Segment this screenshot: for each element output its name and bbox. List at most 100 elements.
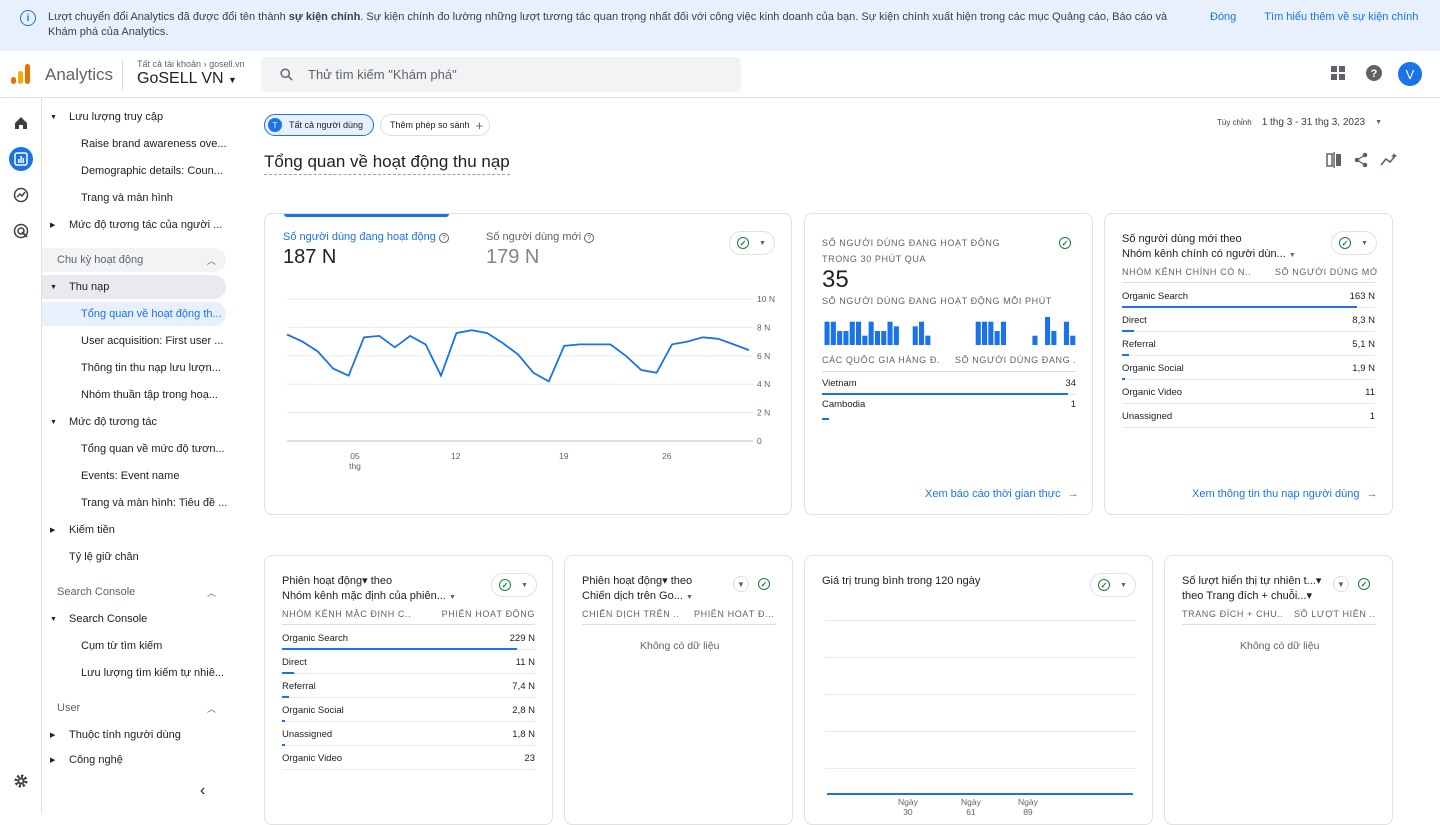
help-icon[interactable]: ? — [1365, 64, 1383, 82]
nav-item-acquisition[interactable]: ▼ Thu nạp — [42, 275, 226, 299]
banner-close-button[interactable]: Đóng — [1210, 10, 1236, 25]
nav-item-organic-traffic[interactable]: Lưu lượng tìm kiếm tự nhiê... — [81, 661, 231, 685]
x-tick-day-30: Ngày 30 — [898, 797, 918, 817]
card-status-dropdown[interactable]: ✓ ▼ — [1331, 231, 1377, 255]
filter-icon[interactable]: ▼ — [1333, 576, 1349, 592]
table-row[interactable]: Unassigned 1 — [1122, 411, 1375, 428]
sessions-col-value: Phiên hoạt động — [441, 609, 535, 619]
table-row[interactable]: Organic Social 2,8 N — [282, 705, 535, 722]
property-name: GoSELL VN ▼ — [137, 70, 237, 87]
table-row[interactable]: Vietnam 34 — [822, 378, 1076, 395]
row-share-bar — [282, 720, 285, 722]
row-label: Unassigned — [1122, 411, 1173, 422]
nav-item-brand-awareness[interactable]: Raise brand awareness ove... — [81, 132, 231, 156]
user-acquisition-link[interactable]: Xem thông tin thu nạp người dùng → — [1192, 488, 1377, 500]
nav-item-demographic[interactable]: Demographic details: Coun... — [81, 159, 231, 183]
check-circle-icon[interactable]: ✓ — [1059, 237, 1071, 249]
card-status-dropdown[interactable]: ✓ ▼ — [729, 231, 775, 255]
nav-item-technology[interactable]: ▶ Công nghệ — [42, 750, 232, 766]
realtime-bar — [881, 331, 887, 345]
table-row[interactable]: Referral 5,1 N — [1122, 339, 1375, 356]
nav-section-user[interactable]: User ︿ — [42, 696, 226, 720]
home-icon[interactable] — [9, 111, 33, 135]
card-status-dropdown[interactable]: ✓ ▼ — [491, 573, 537, 597]
nav-item-user-acquisition[interactable]: User acquisition: First user ... — [81, 329, 231, 353]
nav-item-engagement[interactable]: ▼ Mức độ tương tác — [42, 410, 232, 434]
row-label: Organic Search — [1122, 291, 1189, 302]
settings-gear-icon[interactable] — [9, 769, 33, 793]
nav-item-pages-titles[interactable]: Trang và màn hình: Tiêu đề ... — [81, 491, 231, 515]
nav-item-acquisition-overview[interactable]: Tổng quan về hoạt động th... — [42, 302, 226, 326]
realtime-card: Số người dùng đang hoạt động trong 30 ph… — [804, 213, 1093, 515]
card-status-dropdown[interactable]: ✓ ▼ — [1090, 573, 1136, 597]
table-row[interactable]: Unassigned 1,8 N — [282, 729, 535, 746]
row-label: Referral — [1122, 339, 1156, 350]
row-label: Direct — [1122, 315, 1147, 326]
nav-item-pages-screens[interactable]: Trang và màn hình — [81, 186, 231, 210]
check-circle-icon[interactable]: ✓ — [1358, 578, 1370, 590]
table-row[interactable]: Direct 11 N — [282, 657, 535, 674]
dropdown-arrow-icon: ▼ — [685, 594, 693, 601]
organic-title[interactable]: Số lượt hiển thị tự nhiên t...▾ theo Tran… — [1182, 574, 1321, 604]
check-circle-icon[interactable]: ✓ — [758, 578, 770, 590]
row-label: Organic Search — [282, 633, 349, 644]
table-row[interactable]: Referral 7,4 N — [282, 681, 535, 698]
search-bar[interactable]: Thử tìm kiếm "Khám phá" — [261, 57, 741, 92]
table-row[interactable]: Organic Video 11 — [1122, 387, 1375, 404]
y-tick-label: 10 N — [757, 294, 775, 304]
apps-grid-icon[interactable] — [1330, 65, 1346, 81]
account-picker[interactable]: Tất cả tài khoản › gosell.vn GoSELL VN ▼ — [137, 59, 245, 88]
metric-tab-active-users[interactable]: Số người dùng đang hoạt động ? — [283, 231, 449, 243]
nav-item-search-console[interactable]: ▼ Search Console — [42, 607, 232, 631]
nav-item-queries[interactable]: Cụm từ tìm kiếm — [81, 634, 231, 658]
realtime-bar — [1063, 321, 1069, 345]
table-row[interactable]: Cambodia 1 — [822, 399, 1076, 420]
advertising-icon[interactable] — [9, 219, 33, 243]
nav-item-events[interactable]: Events: Event name — [81, 464, 231, 488]
realtime-report-link[interactable]: Xem báo cáo thời gian thực → — [925, 488, 1079, 500]
share-icon[interactable] — [1353, 152, 1369, 168]
realtime-bar — [975, 321, 981, 345]
table-row[interactable]: Organic Search 229 N — [282, 633, 535, 650]
avatar[interactable]: V — [1398, 62, 1422, 86]
nav-section-lifecycle[interactable]: Chu kỳ hoạt động ︿ — [42, 248, 226, 272]
campaign-title[interactable]: Phiên hoạt động▾ theo Chiến dịch trên Go.… — [582, 574, 693, 605]
row-share-bar — [282, 672, 294, 674]
nav-section-search-console[interactable]: Search Console ︿ — [42, 580, 226, 604]
nav-item-user-attributes[interactable]: ▶ Thuộc tính người dùng — [42, 723, 232, 747]
row-value: 7,4 N — [512, 681, 535, 692]
organic-col-page: Trang đích + chu... — [1182, 609, 1282, 619]
nav-item-user-engagement[interactable]: ▶ Mức độ tương tác của người ... — [42, 213, 232, 237]
collapse-nav-icon[interactable]: ‹ — [200, 782, 205, 800]
analytics-logo-icon[interactable] — [11, 64, 31, 84]
new-users-title[interactable]: Số người dùng mới theo Nhóm kênh chính có… — [1122, 232, 1296, 263]
metric-tab-new-users[interactable]: Số người dùng mới ? — [486, 231, 595, 243]
check-circle-icon: ✓ — [499, 579, 511, 591]
y-tick-label: 6 N — [757, 351, 770, 361]
sessions-title[interactable]: Phiên hoạt động▾ theo Nhóm kênh mặc định … — [282, 574, 456, 605]
realtime-bar — [856, 321, 862, 345]
realtime-bar — [887, 321, 893, 345]
nav-item-traffic[interactable]: ▼ Lưu lượng truy cập — [42, 105, 232, 129]
nav-item-cohort[interactable]: Nhóm thuần tập trong hoạ... — [81, 383, 231, 407]
new-users-col-channel: Nhóm kênh chính có n... — [1122, 267, 1250, 277]
table-row[interactable]: Organic Search 163 N — [1122, 291, 1375, 308]
segment-chip-all-users[interactable]: T Tất cả người dùng — [264, 114, 374, 136]
reports-icon[interactable] — [9, 147, 33, 171]
dropdown-arrow-icon: ▼ — [1120, 581, 1127, 589]
table-row[interactable]: Organic Video 23 — [282, 753, 535, 770]
date-range-picker[interactable]: Tùy chỉnh 1 thg 3 - 31 thg 3, 2023 ▼ — [1217, 117, 1382, 128]
nav-item-engagement-overview[interactable]: Tổng quan về mức độ tươn... — [81, 437, 231, 461]
nav-item-traffic-acquisition[interactable]: Thông tin thu nạp lưu lượn... — [81, 356, 231, 380]
row-share-bar — [1122, 354, 1130, 356]
compare-icon[interactable] — [1326, 152, 1342, 168]
table-row[interactable]: Organic Social 1,9 N — [1122, 363, 1375, 380]
nav-item-monetization[interactable]: ▶ Kiếm tiền — [42, 518, 232, 542]
insights-icon[interactable] — [1380, 152, 1398, 168]
explore-icon[interactable] — [9, 183, 33, 207]
filter-icon[interactable]: ▼ — [733, 576, 749, 592]
table-row[interactable]: Direct 8,3 N — [1122, 315, 1375, 332]
add-comparison-button[interactable]: Thêm phép so sánh + — [380, 114, 490, 136]
banner-learn-more-link[interactable]: Tìm hiểu thêm về sự kiện chính — [1264, 10, 1418, 25]
nav-item-retention[interactable]: Tỷ lệ giữ chân — [69, 545, 229, 569]
